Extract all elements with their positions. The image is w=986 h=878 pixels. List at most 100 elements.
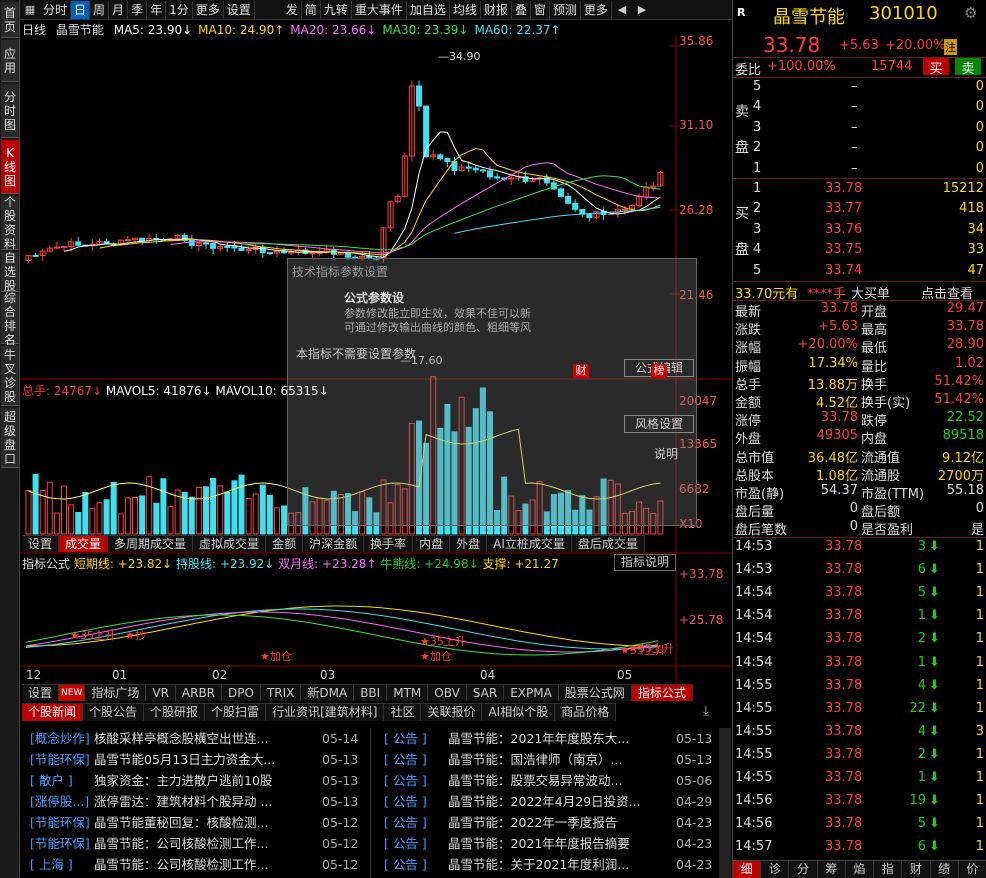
- news-scrollbar[interactable]: [719, 728, 731, 878]
- ind-tab-13[interactable]: 指标公式: [631, 685, 693, 701]
- news-item[interactable]: [概念炒作] 核酸采样亭概念股横空出世连... 05-14: [30, 728, 358, 749]
- toolbar-item-6[interactable]: 1分: [166, 0, 193, 19]
- quote-tab-3[interactable]: 筹: [818, 861, 846, 878]
- quote-tab-6[interactable]: 财: [902, 861, 931, 878]
- toolbar-item-5[interactable]: 年: [147, 0, 167, 19]
- side-tab-6[interactable]: 综合排名: [1, 291, 19, 347]
- news-item[interactable]: [ 公告 ] 晶雪节能：国浩律师（南京）... 05-13: [384, 749, 712, 770]
- vol-tab-3[interactable]: 虚拟成交量: [193, 536, 267, 552]
- ind-tab-4[interactable]: DPO: [222, 685, 261, 701]
- news-item[interactable]: [ 公告 ] 晶雪节能：关于2021年度利润... 04-23: [384, 854, 712, 875]
- toolbar-item-9[interactable]: 发: [283, 0, 302, 19]
- news-tab-4[interactable]: 行业资讯[建筑材料]: [266, 704, 385, 721]
- toolbar-item-17[interactable]: 窗: [531, 0, 550, 19]
- quote-tab-0[interactable]: 细: [733, 861, 762, 878]
- sell-button[interactable]: 卖: [955, 58, 981, 77]
- style-settings-button[interactable]: 风格设置: [624, 415, 694, 433]
- download-icon[interactable]: ⤓: [703, 704, 709, 719]
- toolbar-item-15[interactable]: 财报: [481, 0, 512, 19]
- toolbar-item-12[interactable]: 重大事件: [352, 0, 407, 19]
- vol-tab-5[interactable]: 沪深金额: [303, 536, 365, 552]
- vol-tab-6[interactable]: 换手率: [364, 536, 414, 552]
- news-item[interactable]: [节能环保] 晶雪节能董秘回复：核酸检测... 05-12: [30, 812, 358, 833]
- indicator-help-button[interactable]: 指标说明: [614, 554, 676, 571]
- news-item[interactable]: [节能环保] 晶雪节能05月13日主力资金大... 05-13: [30, 749, 358, 770]
- vol-tab-7[interactable]: 内盘: [413, 536, 451, 552]
- quote-tab-7[interactable]: 绩: [931, 861, 959, 878]
- side-tab-3[interactable]: K线图: [1, 140, 19, 194]
- news-tab-8[interactable]: 商品价格: [555, 704, 617, 721]
- bang-marker[interactable]: 榜: [651, 364, 667, 378]
- ind-tab-8[interactable]: MTM: [387, 685, 429, 701]
- ind-tab-12[interactable]: 股票公式网: [559, 685, 632, 701]
- toolbar-item-0[interactable]: 分时: [40, 0, 72, 19]
- ind-tab-5[interactable]: TRIX: [261, 685, 302, 701]
- news-tab-2[interactable]: 个股研报: [144, 704, 206, 721]
- news-tab-5[interactable]: 社区: [384, 704, 422, 721]
- nav-right-icon[interactable]: ▶: [634, 2, 650, 18]
- news-item[interactable]: [涨停股...] 涨停雷达：建筑材料个股异动 ... 05-13: [30, 791, 358, 812]
- side-tab-7[interactable]: 牛叉诊股: [1, 346, 19, 406]
- ind-tab-6[interactable]: 新DMA: [301, 685, 355, 701]
- ind-tab-3[interactable]: ARBR: [176, 685, 223, 701]
- quote-tab-1[interactable]: 诊: [761, 861, 790, 878]
- vol-tab-10[interactable]: 盘后成交量: [572, 536, 645, 552]
- toolbar-item-16[interactable]: 叠: [512, 0, 531, 19]
- quote-tab-8[interactable]: 价: [959, 861, 986, 878]
- overlay-desc[interactable]: 说明: [654, 445, 678, 462]
- ind-tab-2[interactable]: VR: [146, 685, 176, 701]
- ind-tab-10[interactable]: SAR: [467, 685, 505, 701]
- toolbar-item-2[interactable]: 周: [90, 0, 110, 19]
- toolbar-item-4[interactable]: 季: [128, 0, 148, 19]
- toolbar-item-19[interactable]: 更多: [581, 0, 612, 19]
- news-item[interactable]: [ 公告 ] 晶雪节能：股票交易异常波动... 05-06: [384, 770, 712, 791]
- news-item[interactable]: [ 散户 ] 独家资金：主力进散户逃前10股 05-13: [30, 770, 358, 791]
- quote-tab-4[interactable]: 焰: [846, 861, 875, 878]
- caibao-marker[interactable]: 财: [573, 364, 589, 378]
- ind-tab-1[interactable]: 指标广场: [85, 685, 147, 701]
- quote-tab-2[interactable]: 分: [789, 861, 818, 878]
- nav-left-icon[interactable]: ◀: [614, 2, 630, 18]
- news-tab-0[interactable]: 个股新闻: [22, 704, 84, 721]
- news-item[interactable]: [ 公告 ] 晶雪节能：2021年年度股东大... 05-13: [384, 728, 712, 749]
- ind-tab-7[interactable]: BBI: [354, 685, 388, 701]
- vol-tab-0[interactable]: 设置: [22, 536, 60, 552]
- ind-tab-0[interactable]: 设置: [22, 685, 60, 701]
- toolbar-item-10[interactable]: 简: [302, 0, 321, 19]
- side-tab-1[interactable]: 应用: [1, 40, 19, 82]
- side-tab-8[interactable]: 超级盘口: [1, 408, 19, 468]
- news-tab-1[interactable]: 个股公告: [83, 704, 145, 721]
- toolbar-item-3[interactable]: 月: [109, 0, 129, 19]
- side-tab-0[interactable]: 首页: [1, 2, 19, 38]
- ind-tab-9[interactable]: OBV: [428, 685, 467, 701]
- ask-price: –: [851, 99, 858, 115]
- vol-tab-8[interactable]: 外盘: [450, 536, 488, 552]
- toolbar-item-11[interactable]: 九转: [321, 0, 352, 19]
- grid-icon[interactable]: ▦: [22, 2, 38, 18]
- news-item[interactable]: [ 公告 ] 晶雪节能：2022年一季度报告 04-23: [384, 812, 712, 833]
- side-tab-5[interactable]: 自选股: [1, 251, 19, 293]
- ind-tab-11[interactable]: EXPMA: [504, 685, 559, 701]
- vol-tab-4[interactable]: 金额: [266, 536, 304, 552]
- side-tab-4[interactable]: 个股资料: [1, 195, 19, 251]
- news-tab-7[interactable]: AI相似个股: [482, 704, 556, 721]
- toolbar-item-18[interactable]: 预测: [550, 0, 581, 19]
- gear-icon[interactable]: ⚙: [964, 4, 977, 22]
- buy-button[interactable]: 买: [923, 58, 949, 77]
- news-item[interactable]: [ 公告 ] 晶雪节能：2022年4月29日投资... 04-29: [384, 791, 712, 812]
- toolbar-item-14[interactable]: 均线: [450, 0, 481, 19]
- news-tab-6[interactable]: 关联报价: [421, 704, 483, 721]
- quote-tab-5[interactable]: 指: [874, 861, 903, 878]
- news-item[interactable]: [节能环保] 晶雪节能：公司核酸检测工作... 05-12: [30, 833, 358, 854]
- toolbar-item-8[interactable]: 设置: [224, 0, 255, 19]
- toolbar-item-13[interactable]: 加自选: [407, 0, 450, 19]
- news-tab-3[interactable]: 个股扫雷: [205, 704, 267, 721]
- news-item[interactable]: [ 上海 ] 晶雪节能：公司核酸检测工作... 05-12: [30, 854, 358, 875]
- vol-tab-2[interactable]: 多周期成交量: [108, 536, 194, 552]
- vol-tab-9[interactable]: AI立桩成交量: [487, 536, 572, 552]
- side-tab-2[interactable]: 分时图: [1, 84, 19, 138]
- vol-tab-1[interactable]: 成交量: [59, 536, 109, 552]
- news-item[interactable]: [ 公告 ] 晶雪节能：2021年年度报告摘要 04-23: [384, 833, 712, 854]
- toolbar-item-1[interactable]: 日: [71, 0, 91, 19]
- toolbar-item-7[interactable]: 更多: [193, 0, 224, 19]
